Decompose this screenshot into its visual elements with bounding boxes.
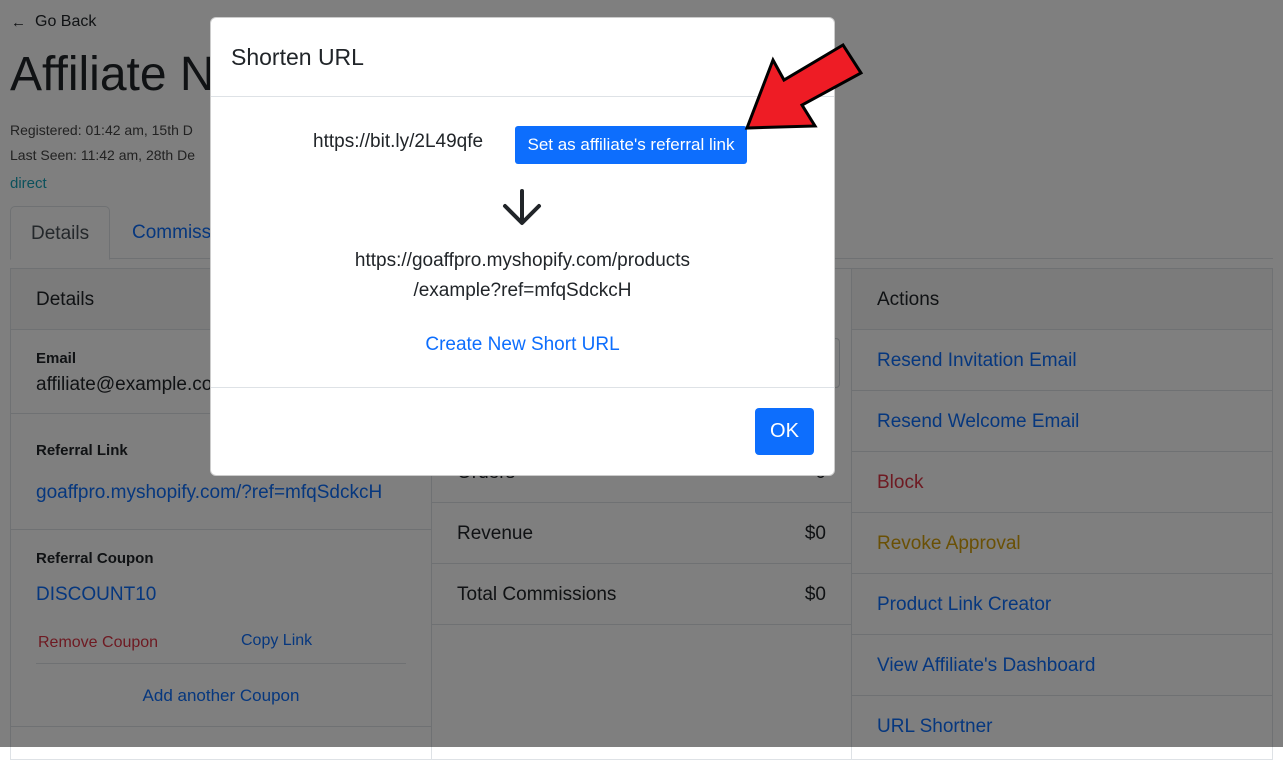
long-url-text: https://goaffpro.myshopify.com/products … (211, 246, 834, 306)
arrow-down-icon (503, 189, 541, 225)
long-url-line-1: https://goaffpro.myshopify.com/products (354, 250, 691, 271)
ok-button[interactable]: OK (755, 408, 814, 455)
red-pointer-arrow-icon (744, 42, 864, 130)
modal-title: Shorten URL (231, 44, 364, 70)
set-referral-link-button[interactable]: Set as affiliate's referral link (515, 126, 747, 164)
long-url-line-2: /example?ref=mfqSdckcH (413, 280, 632, 301)
short-url-text: https://bit.ly/2L49qfe (313, 131, 484, 152)
modal-footer-divider (211, 387, 834, 388)
create-short-url-link[interactable]: Create New Short URL (211, 334, 834, 356)
